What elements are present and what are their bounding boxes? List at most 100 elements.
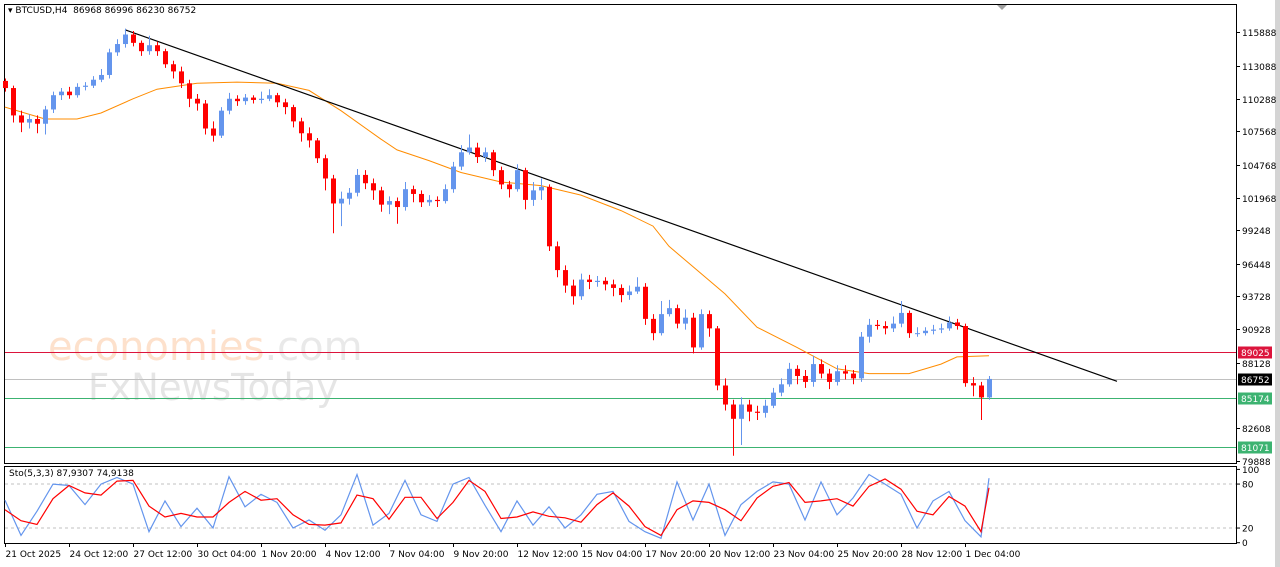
candle-body <box>147 45 152 52</box>
candle-body <box>75 86 80 96</box>
candle-body <box>819 364 824 374</box>
candle-body <box>723 385 728 405</box>
candle-body <box>395 201 400 208</box>
y-tick-label: 88128 <box>1242 360 1271 370</box>
candle-body <box>299 121 304 134</box>
chart-title: ▾ BTCUSD,H4 86968 86996 86230 86752 <box>8 6 196 16</box>
candle-body <box>283 102 288 108</box>
x-tick-label: 17 Nov 20:00 <box>646 550 707 560</box>
x-tick-label: 30 Oct 04:00 <box>198 550 257 560</box>
right-scrollbar[interactable] <box>1275 0 1280 567</box>
candle-body <box>339 198 344 204</box>
candle-body <box>755 411 760 413</box>
y-tick-label: 101968 <box>1242 195 1277 205</box>
x-tick-label: 27 Oct 12:00 <box>134 550 193 560</box>
candle-body <box>531 190 536 200</box>
candle-body <box>387 201 392 205</box>
candle-body <box>787 368 792 385</box>
candle-body <box>611 284 616 288</box>
x-tick-label: 9 Nov 20:00 <box>454 550 509 560</box>
candle-body <box>627 291 632 296</box>
candle-body <box>659 314 664 334</box>
candle-body <box>667 308 672 315</box>
x-tick-label: 7 Nov 04:00 <box>390 550 445 560</box>
candle-body <box>875 324 880 327</box>
candle-body <box>843 371 848 374</box>
candle-body <box>219 110 224 136</box>
candle-body <box>763 405 768 413</box>
candle-body <box>499 170 504 185</box>
candle-body <box>315 140 320 159</box>
candle-body <box>243 97 248 102</box>
y-tick-label: 90928 <box>1242 326 1271 336</box>
svg-text:economies.com: economies.com <box>48 324 363 370</box>
candle-body <box>67 91 72 96</box>
candle <box>715 326 720 391</box>
candle-body <box>443 189 448 202</box>
candle-body <box>547 186 552 247</box>
candle-body <box>475 147 480 158</box>
candle-body <box>211 128 216 136</box>
candle-body <box>587 279 592 282</box>
candle-body <box>459 152 464 167</box>
sto-y-tick-label: 80 <box>1242 481 1254 491</box>
price-tag-label: 85174 <box>1241 395 1270 405</box>
candle-body <box>555 246 560 271</box>
candle-body <box>131 34 136 43</box>
watermark-logo: economies.com FxNewsToday <box>48 324 363 409</box>
y-tick-label: 99248 <box>1242 227 1271 237</box>
candle-body <box>731 404 736 419</box>
candle-body <box>867 324 872 337</box>
candle-body <box>707 314 712 329</box>
candle-body <box>675 308 680 324</box>
candle-body <box>139 42 144 52</box>
candle-body <box>851 373 856 379</box>
y-tick-label: 104768 <box>1242 162 1277 172</box>
candle-body <box>363 174 368 184</box>
candle-body <box>419 193 424 203</box>
candle-body <box>235 98 240 102</box>
candle-body <box>403 189 408 208</box>
candle-body <box>3 80 8 89</box>
symbol-label: BTCUSD,H4 <box>15 6 68 16</box>
candle-body <box>203 103 208 129</box>
candle-body <box>691 317 696 348</box>
candle-body <box>643 286 648 319</box>
candle-body <box>579 279 584 297</box>
x-tick-label: 15 Nov 04:00 <box>582 550 643 560</box>
candle-body <box>91 79 96 86</box>
x-tick-label: 20 Nov 12:00 <box>710 550 771 560</box>
price-tag-label: 81071 <box>1241 444 1270 454</box>
x-tick-label: 12 Nov 12:00 <box>518 550 579 560</box>
candle-body <box>603 280 608 285</box>
candle <box>987 376 992 400</box>
candle <box>699 309 704 350</box>
candle-body <box>635 286 640 292</box>
candle <box>219 107 224 139</box>
candle-body <box>59 91 64 96</box>
y-tick-label: 96448 <box>1242 261 1271 271</box>
x-tick-label: 24 Oct 12:00 <box>70 550 129 560</box>
candle-body <box>43 109 48 124</box>
candle-body <box>267 95 272 99</box>
candle-body <box>747 404 752 412</box>
candle-body <box>451 166 456 190</box>
collapse-arrow-icon[interactable]: ▾ <box>8 6 13 16</box>
candle <box>547 184 552 252</box>
candle-body <box>619 287 624 296</box>
candle-body <box>435 199 440 202</box>
candle-body <box>779 384 784 393</box>
candle-body <box>187 83 192 99</box>
candle-body <box>915 333 920 335</box>
x-tick-label: 21 Oct 2025 <box>6 550 62 560</box>
candle-body <box>19 115 24 123</box>
candle-body <box>979 385 984 398</box>
candle <box>859 331 864 382</box>
candle-body <box>595 280 600 282</box>
candle-body <box>923 330 928 334</box>
candle-body <box>275 95 280 103</box>
candle-body <box>899 312 904 324</box>
candle-body <box>771 392 776 406</box>
x-tick-label: 25 Nov 20:00 <box>838 550 899 560</box>
candle-body <box>163 51 168 65</box>
